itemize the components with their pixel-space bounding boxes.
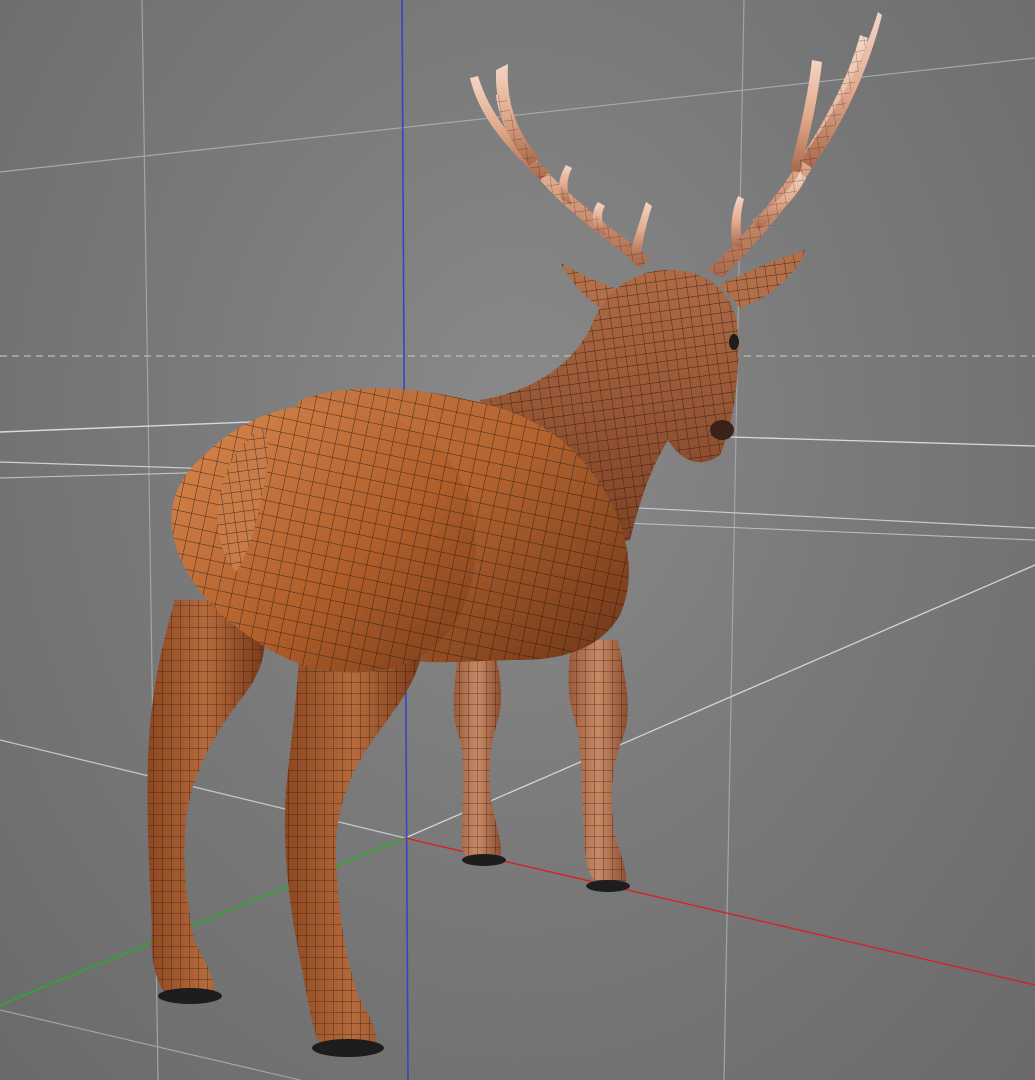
hoof: [158, 988, 222, 1004]
3d-viewport[interactable]: [0, 0, 1035, 1080]
viewport-canvas[interactable]: [0, 0, 1035, 1080]
hoof: [312, 1039, 384, 1057]
far-front-leg-left: [453, 650, 506, 866]
deer-model[interactable]: [147, 12, 882, 1057]
hoof: [462, 854, 506, 866]
far-front-leg-right: [568, 640, 630, 892]
muzzle: [710, 420, 734, 440]
near-hind-leg-left: [147, 600, 265, 1004]
right-antler: [708, 12, 882, 278]
eye: [729, 334, 739, 350]
hoof: [586, 880, 630, 892]
left-antler: [470, 64, 652, 268]
